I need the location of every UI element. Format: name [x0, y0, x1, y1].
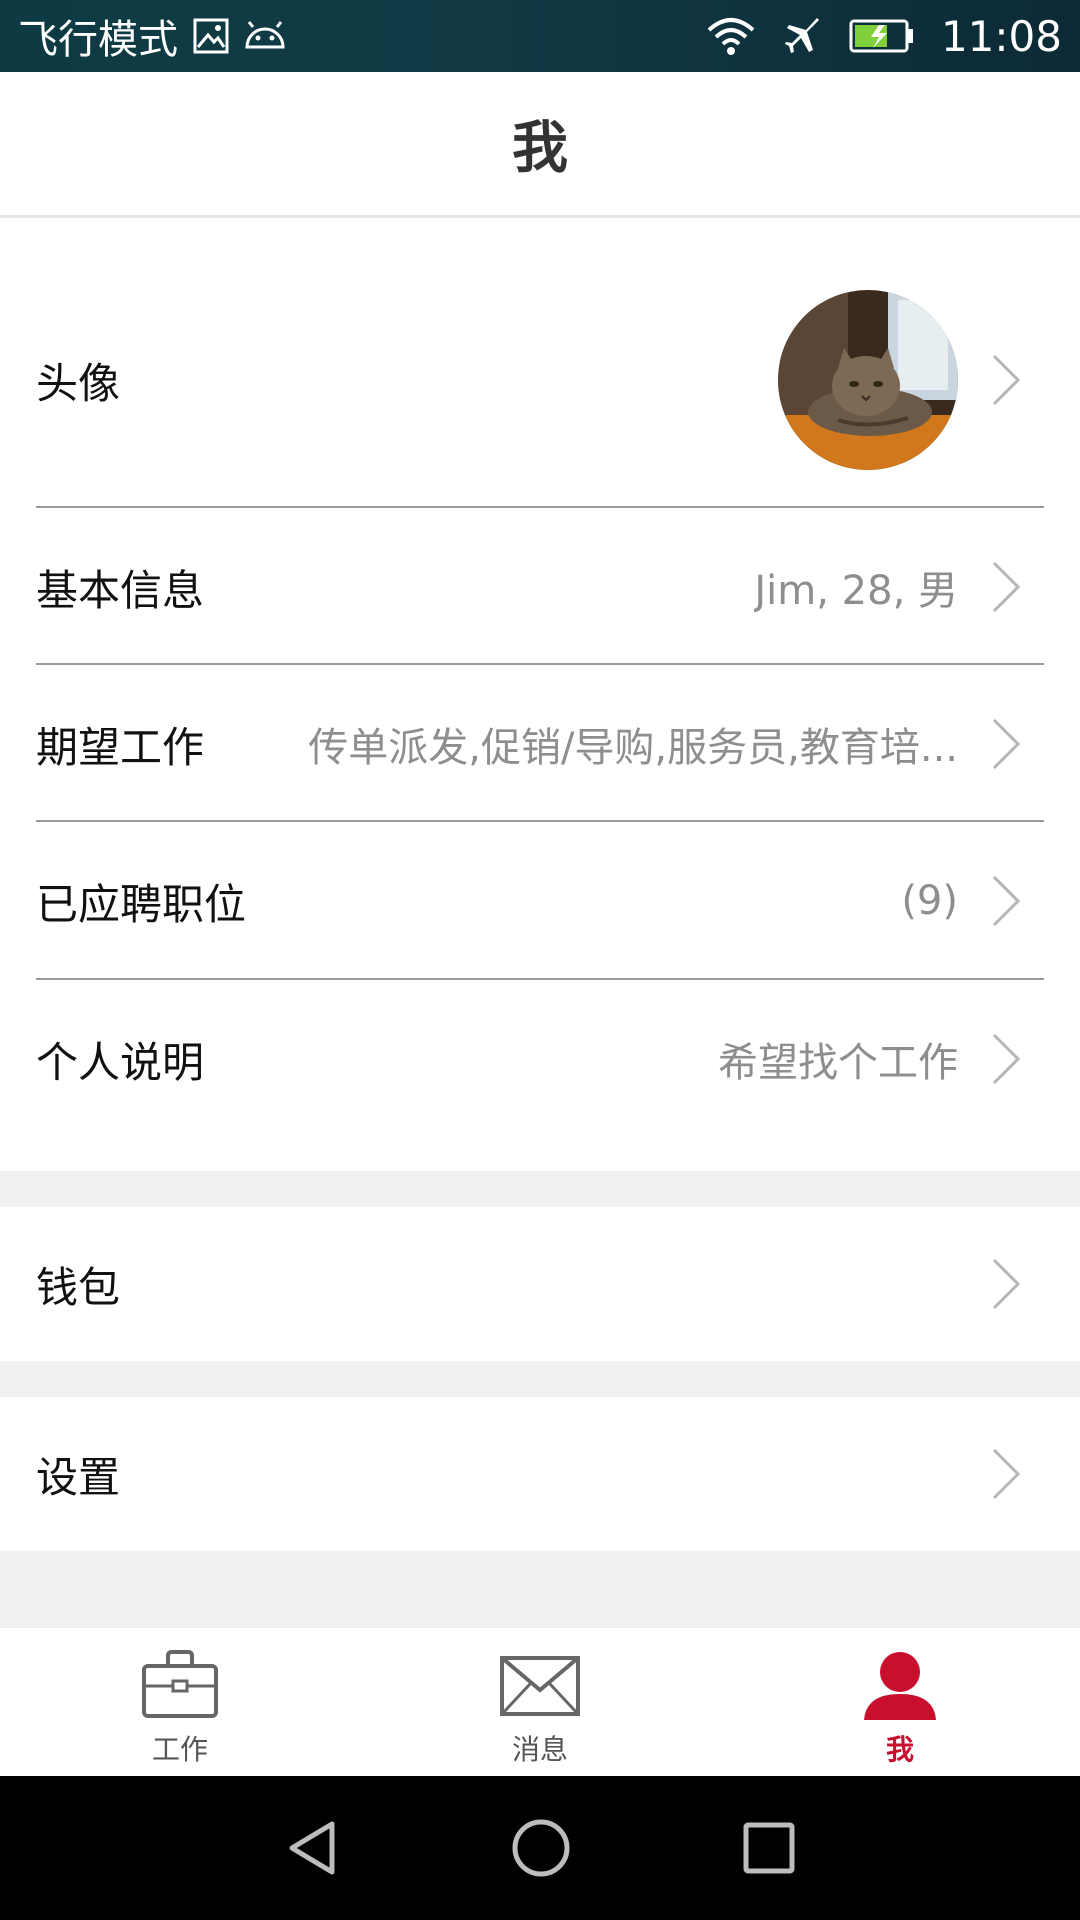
clock: 11:08: [940, 11, 1062, 61]
avatar-row[interactable]: 头像: [36, 270, 1044, 490]
briefcase-icon: [142, 1650, 218, 1718]
home-icon[interactable]: [510, 1817, 572, 1879]
divider: [36, 820, 1044, 822]
personal-note-value: 希望找个工作: [718, 1040, 958, 1086]
tab-me[interactable]: 我: [720, 1628, 1080, 1776]
section-gap: [0, 1361, 1080, 1397]
settings-label: 设置: [36, 1452, 121, 1502]
expected-job-label: 期望工作: [36, 722, 205, 772]
applied-positions-count: (9): [901, 878, 958, 924]
tab-work-label: 工作: [151, 1733, 208, 1766]
personal-note-label: 个人说明: [36, 1037, 205, 1087]
wifi-icon: [705, 16, 757, 56]
avatar-label: 头像: [36, 358, 121, 408]
divider: [36, 663, 1044, 665]
chevron-right-icon: [992, 561, 1021, 613]
tab-me-label: 我: [885, 1733, 914, 1766]
battery-charging-icon: [849, 18, 915, 54]
settings-row[interactable]: 设置: [36, 1397, 1044, 1551]
page-title: 我: [512, 116, 568, 181]
divider: [36, 978, 1044, 980]
image-notification-icon: [192, 17, 230, 55]
basic-info-value: Jim, 28, 男: [754, 568, 958, 614]
system-navigation-bar: [0, 1776, 1080, 1920]
person-icon: [864, 1652, 936, 1720]
chevron-right-icon: [992, 1448, 1021, 1500]
section-gap: [0, 1171, 1080, 1207]
applied-positions-row[interactable]: 已应聘职位 (9): [36, 824, 1044, 978]
basic-info-label: 基本信息: [36, 565, 205, 615]
tab-messages[interactable]: 消息: [360, 1628, 720, 1776]
airplane-mode-text: 飞行模式: [18, 17, 178, 63]
tab-messages-label: 消息: [511, 1733, 568, 1766]
status-bar: 飞行模式 11:08: [0, 0, 1080, 72]
bottom-tab-bar: 工作 消息 我: [0, 1628, 1080, 1776]
expected-job-value: 传单派发,促销/导购,服务员,教育培...: [308, 725, 958, 771]
personal-note-row[interactable]: 个人说明 希望找个工作: [36, 982, 1044, 1136]
basic-info-row[interactable]: 基本信息 Jim, 28, 男: [36, 510, 1044, 664]
chevron-right-icon: [992, 875, 1021, 927]
chevron-right-icon: [992, 1033, 1021, 1085]
chevron-right-icon: [992, 718, 1021, 770]
section-gap: [0, 1551, 1080, 1628]
chevron-right-icon: [992, 354, 1021, 406]
recent-apps-icon[interactable]: [742, 1821, 796, 1875]
back-icon[interactable]: [284, 1818, 340, 1878]
expected-job-row[interactable]: 期望工作 传单派发,促销/导购,服务员,教育培...: [36, 667, 1044, 821]
title-bar: 我: [0, 72, 1080, 218]
airplane-icon: [783, 16, 823, 56]
wallet-label: 钱包: [36, 1262, 121, 1312]
tab-work[interactable]: 工作: [0, 1628, 360, 1776]
android-icon: [244, 21, 286, 51]
envelope-icon: [500, 1656, 580, 1716]
avatar[interactable]: [778, 290, 958, 470]
divider: [36, 506, 1044, 508]
wallet-row[interactable]: 钱包: [36, 1207, 1044, 1361]
chevron-right-icon: [992, 1258, 1021, 1310]
applied-positions-label: 已应聘职位: [36, 879, 247, 929]
